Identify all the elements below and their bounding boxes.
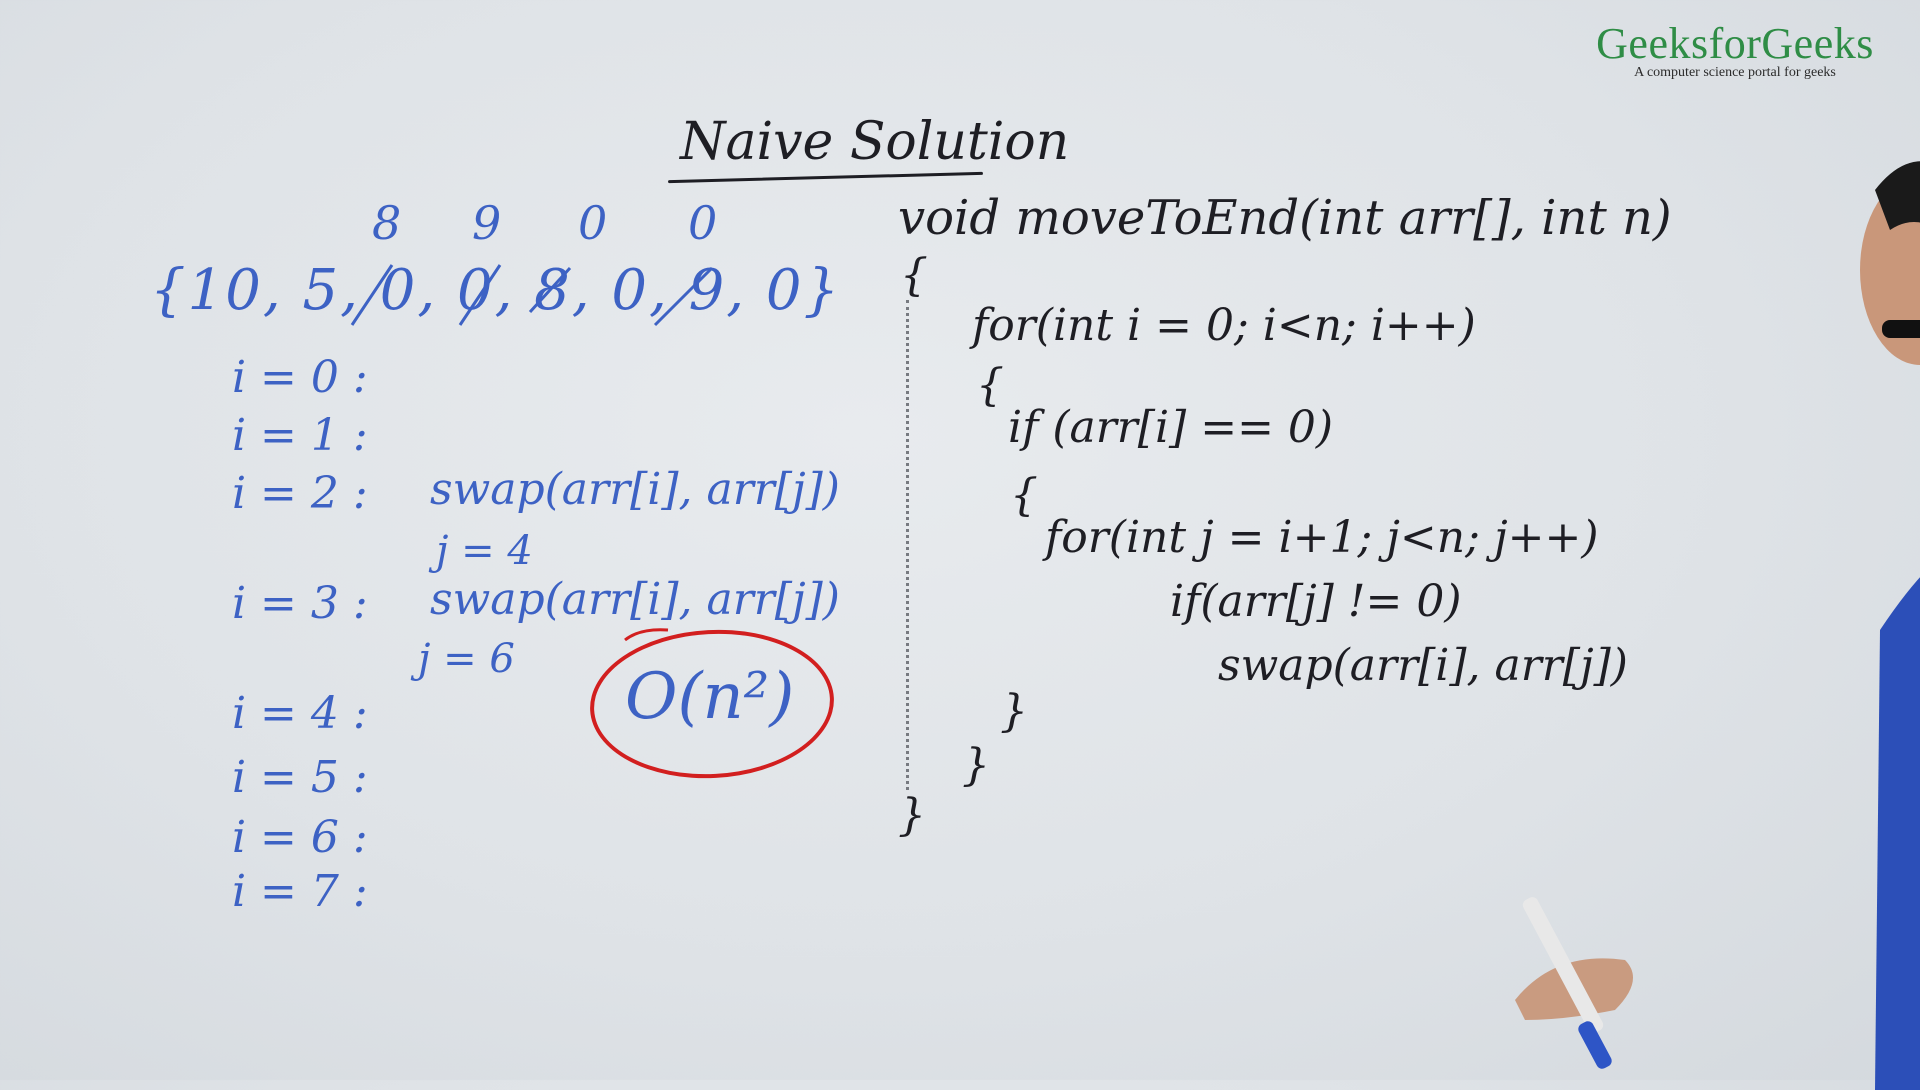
- hand-with-marker: [1515, 897, 1633, 1069]
- iteration-label: i = 4 :: [232, 688, 368, 739]
- complexity-label: O(n²): [625, 660, 795, 734]
- whiteboard: GeeksforGeeks A computer science portal …: [0, 0, 1920, 1090]
- code-line: }: [898, 790, 926, 841]
- code-line: if (arr[i] == 0): [1008, 402, 1334, 453]
- strike-mark: [458, 264, 502, 326]
- iteration-label: i = 0 :: [232, 352, 368, 403]
- strike-mark: [350, 264, 394, 326]
- code-line: for(int i = 0; i<n; i++): [972, 300, 1476, 351]
- code-line: void moveToEnd(int arr[], int n): [898, 190, 1672, 246]
- instructor-figure: [1860, 161, 1920, 1090]
- code-line: }: [962, 740, 990, 791]
- code-line: for(int j = i+1; j<n; j++): [1045, 512, 1599, 563]
- iteration-label: i = 2 :: [232, 468, 368, 519]
- code-line: {: [976, 360, 1004, 411]
- iteration-label: i = 7 :: [232, 866, 368, 917]
- code-line: {: [900, 250, 928, 301]
- strike-mark: [528, 266, 572, 314]
- j-value: j = 4: [436, 528, 533, 574]
- strike-mark: [653, 266, 714, 327]
- j-value: j = 6: [418, 636, 515, 682]
- code-line: }: [1000, 686, 1028, 737]
- swap-statement: swap(arr[i], arr[j]): [430, 464, 840, 515]
- iteration-label: i = 5 :: [232, 752, 368, 803]
- iteration-label: i = 3 :: [232, 578, 368, 629]
- swap-statement: swap(arr[i], arr[j]): [430, 574, 840, 625]
- iteration-label: i = 6 :: [232, 812, 368, 863]
- code-line: swap(arr[i], arr[j]): [1218, 640, 1628, 691]
- indent-guide: [906, 300, 909, 790]
- code-line: {: [1010, 470, 1038, 521]
- code-line: if(arr[j] != 0): [1170, 576, 1462, 627]
- iteration-label: i = 1 :: [232, 410, 368, 461]
